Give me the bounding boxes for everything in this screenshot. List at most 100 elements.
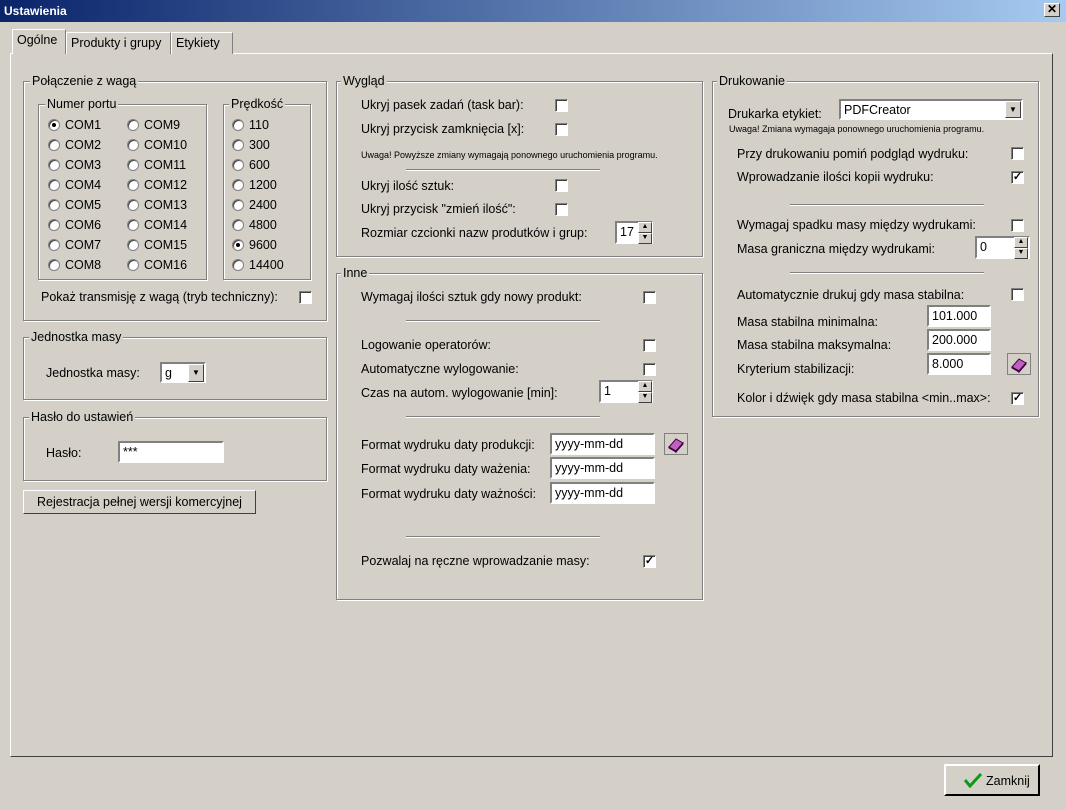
auto-logout-checkbox[interactable]: [643, 363, 656, 376]
speed-legend: Prędkość: [229, 97, 286, 111]
port-radio-com4[interactable]: [48, 179, 60, 191]
port-radio-com10[interactable]: [127, 139, 139, 151]
font-size-spinner[interactable]: ▲ ▼: [638, 222, 652, 244]
auto-logout-label: Automatyczne wylogowanie:: [361, 362, 519, 376]
port-radio-com8[interactable]: [48, 259, 60, 271]
password-input[interactable]: ***: [118, 441, 224, 463]
weigh-date-input[interactable]: yyyy-mm-dd: [550, 457, 655, 479]
separator: [790, 272, 984, 274]
weigh-date-label: Format wydruku daty ważenia:: [361, 462, 531, 476]
close-window-button[interactable]: ✕: [1044, 3, 1060, 17]
port-label: COM5: [65, 198, 102, 212]
color-sound-checkbox[interactable]: ✓: [1011, 392, 1024, 405]
unit-legend: Jednostka masy: [29, 330, 124, 344]
speed-radio-14400[interactable]: [232, 259, 244, 271]
manual-mass-checkbox[interactable]: ✓: [643, 555, 656, 568]
speed-radio-300[interactable]: [232, 139, 244, 151]
transmission-label: Pokaż transmisję z wagą (tryb techniczny…: [41, 290, 278, 304]
min-mass-input[interactable]: 101.000: [927, 305, 991, 327]
printing-legend: Drukowanie: [717, 74, 788, 88]
port-radio-com11[interactable]: [127, 159, 139, 171]
register-button[interactable]: Rejestracja pełnej wersji komercyjnej: [23, 490, 256, 514]
port-radio-com5[interactable]: [48, 199, 60, 211]
speed-radio-110[interactable]: [232, 119, 244, 131]
printer-label: Drukarka etykiet:: [728, 107, 822, 121]
font-size-label: Rozmiar czcionki nazw produtków i grup:: [361, 226, 588, 240]
port-radio-com16[interactable]: [127, 259, 139, 271]
speed-label: 300: [249, 138, 270, 152]
port-radio-com7[interactable]: [48, 239, 60, 251]
connection-legend: Połączenie z wagą: [30, 74, 139, 88]
tab-general[interactable]: Ogólne: [12, 29, 66, 54]
close-button[interactable]: Zamknij: [944, 764, 1040, 796]
unit-label: Jednostka masy:: [46, 366, 140, 380]
speed-label: 600: [249, 158, 270, 172]
port-label: COM13: [144, 198, 188, 212]
port-label: COM1: [65, 118, 102, 132]
copies-label: Wprowadzanie ilości kopii wydruku:: [737, 170, 934, 184]
prod-date-input[interactable]: yyyy-mm-dd: [550, 433, 655, 455]
port-radio-com12[interactable]: [127, 179, 139, 191]
title-bar: [0, 0, 1066, 22]
port-radio-com6[interactable]: [48, 219, 60, 231]
speed-radio-1200[interactable]: [232, 179, 244, 191]
expiry-date-input[interactable]: yyyy-mm-dd: [550, 482, 655, 504]
copies-checkbox[interactable]: ✓: [1011, 171, 1024, 184]
min-mass-label: Masa stabilna minimalna:: [737, 315, 879, 329]
auto-print-label: Automatycznie drukuj gdy masa stabilna:: [737, 288, 965, 302]
port-legend: Numer portu: [45, 97, 119, 111]
tab-labels[interactable]: Etykiety: [171, 32, 233, 54]
speed-radio-2400[interactable]: [232, 199, 244, 211]
port-radio-com1[interactable]: [48, 119, 60, 131]
require-drop-checkbox[interactable]: [1011, 219, 1024, 232]
port-radio-com3[interactable]: [48, 159, 60, 171]
book-icon[interactable]: [1007, 353, 1031, 375]
stabilization-input[interactable]: 8.000: [927, 353, 991, 375]
speed-radio-600[interactable]: [232, 159, 244, 171]
port-label: COM12: [144, 178, 188, 192]
port-label: COM10: [144, 138, 188, 152]
operator-log-checkbox[interactable]: [643, 339, 656, 352]
port-radio-com2[interactable]: [48, 139, 60, 151]
look-legend: Wygląd: [341, 74, 387, 88]
printer-select[interactable]: PDFCreator: [839, 99, 1023, 120]
separator: [406, 536, 600, 538]
hide-count-checkbox[interactable]: [555, 179, 568, 192]
password-label: Hasło:: [46, 446, 82, 460]
require-count-checkbox[interactable]: [643, 291, 656, 304]
printing-restart-note: Uwaga! Zmiana wymagaja ponownego uruchom…: [729, 124, 985, 134]
separator: [406, 416, 600, 418]
hide-close-checkbox[interactable]: [555, 123, 568, 136]
speed-label: 14400: [249, 258, 284, 272]
port-radio-com14[interactable]: [127, 219, 139, 231]
tab-products-groups[interactable]: Produkty i grupy: [66, 32, 171, 54]
password-legend: Hasło do ustawień: [29, 410, 136, 424]
unit-dropdown-button[interactable]: ▼: [188, 364, 204, 382]
port-radio-com9[interactable]: [127, 119, 139, 131]
require-count-label: Wymagaj ilości sztuk gdy nowy produkt:: [361, 290, 582, 304]
port-radio-com15[interactable]: [127, 239, 139, 251]
skip-preview-checkbox[interactable]: [1011, 147, 1024, 160]
printer-dropdown-button[interactable]: ▼: [1005, 101, 1021, 118]
speed-radio-9600[interactable]: [232, 239, 244, 251]
speed-radio-4800[interactable]: [232, 219, 244, 231]
expiry-date-label: Format wydruku daty ważności:: [361, 487, 537, 501]
hide-taskbar-checkbox[interactable]: [555, 99, 568, 112]
port-label: COM7: [65, 238, 102, 252]
port-label: COM16: [144, 258, 188, 272]
limit-spinner[interactable]: ▲ ▼: [1014, 237, 1028, 259]
skip-preview-label: Przy drukowaniu pomiń podgląd wydruku:: [737, 147, 969, 161]
max-mass-label: Masa stabilna maksymalna:: [737, 338, 892, 352]
unit-value: g: [165, 366, 172, 380]
auto-print-checkbox[interactable]: [1011, 288, 1024, 301]
max-mass-input[interactable]: 200.000: [927, 329, 991, 351]
port-label: COM11: [144, 158, 187, 172]
transmission-checkbox[interactable]: [299, 291, 312, 304]
hide-change-checkbox[interactable]: [555, 203, 568, 216]
port-radio-com13[interactable]: [127, 199, 139, 211]
limit-label: Masa graniczna między wydrukami:: [737, 242, 935, 256]
logout-time-spinner[interactable]: ▲ ▼: [638, 381, 652, 403]
window-title: Ustawienia: [4, 4, 67, 18]
separator: [790, 204, 984, 206]
book-icon[interactable]: [664, 433, 688, 455]
